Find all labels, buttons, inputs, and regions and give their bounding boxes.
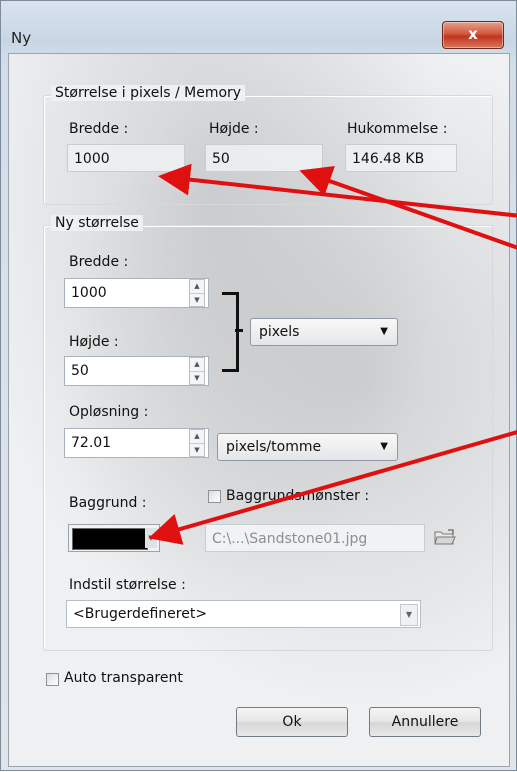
resolution-label: Opløsning : (69, 404, 149, 420)
background-label: Baggrund : (69, 495, 147, 511)
resolution-input[interactable]: 72.01 (64, 428, 209, 458)
new-image-dialog: Ny x Størrelse i pixels / Memory Bredde … (0, 0, 517, 771)
unit-select[interactable]: pixels ▼ (250, 318, 398, 346)
new-width-label: Bredde : (69, 254, 129, 270)
dialog-body: Størrelse i pixels / Memory Bredde : 100… (8, 53, 510, 767)
current-width-field: 1000 (67, 144, 185, 172)
size-pixels-group-label: Størrelse i pixels / Memory (51, 85, 246, 101)
close-button[interactable]: x (442, 21, 504, 49)
resolution-unit-value: pixels/tomme (226, 439, 322, 455)
pattern-label[interactable]: Baggrundsmønster : (226, 488, 369, 504)
cancel-button[interactable]: Annullere (369, 707, 481, 737)
resolution-spinner[interactable]: ▲ ▼ (189, 429, 205, 457)
title-bar[interactable]: Ny x (1, 1, 516, 51)
background-color-swatch (72, 528, 148, 550)
auto-transparent-label[interactable]: Auto transparent (64, 670, 183, 686)
preset-select[interactable]: <Brugerdefineret> ▼ (66, 600, 421, 628)
link-bracket-tick (235, 329, 243, 332)
spin-down-icon[interactable]: ▼ (190, 294, 204, 307)
spin-up-icon[interactable]: ▲ (190, 430, 204, 444)
pattern-path-field: C:\...\Sandstone01.jpg (205, 524, 425, 552)
memory-label: Hukommelse : (347, 121, 448, 137)
dropdown-arrow-icon: ▼ (400, 604, 418, 626)
open-folder-icon[interactable] (434, 528, 456, 546)
preset-select-value: <Brugerdefineret> (73, 606, 208, 622)
dropdown-arrow-icon[interactable]: ▼ (145, 528, 157, 548)
link-bracket (222, 292, 239, 372)
current-height-label: Højde : (209, 121, 259, 137)
ok-button[interactable]: Ok (236, 707, 348, 737)
current-height-field: 50 (205, 144, 323, 172)
spin-up-icon[interactable]: ▲ (190, 280, 204, 294)
new-height-spinner[interactable]: ▲ ▼ (189, 357, 205, 385)
pattern-checkbox[interactable] (208, 490, 221, 503)
new-height-input[interactable]: 50 (64, 356, 209, 386)
dropdown-arrow-icon: ▼ (380, 326, 388, 337)
resolution-unit-select[interactable]: pixels/tomme ▼ (217, 433, 398, 461)
unit-select-value: pixels (259, 324, 300, 340)
new-width-input[interactable]: 1000 (64, 278, 209, 308)
current-width-label: Bredde : (69, 121, 129, 137)
new-height-label: Højde : (69, 334, 119, 350)
memory-field: 146.48 KB (345, 144, 457, 172)
background-color-picker[interactable]: ▼ (68, 524, 160, 552)
window-title: Ny (11, 29, 32, 47)
new-size-group-label: Ny størrelse (51, 215, 143, 231)
dropdown-arrow-icon: ▼ (380, 441, 388, 452)
auto-transparent-checkbox[interactable] (46, 673, 59, 686)
spin-down-icon[interactable]: ▼ (190, 372, 204, 385)
new-width-spinner[interactable]: ▲ ▼ (189, 279, 205, 307)
preset-label: Indstil størrelse : (69, 577, 186, 593)
spin-down-icon[interactable]: ▼ (190, 444, 204, 457)
spin-up-icon[interactable]: ▲ (190, 358, 204, 372)
